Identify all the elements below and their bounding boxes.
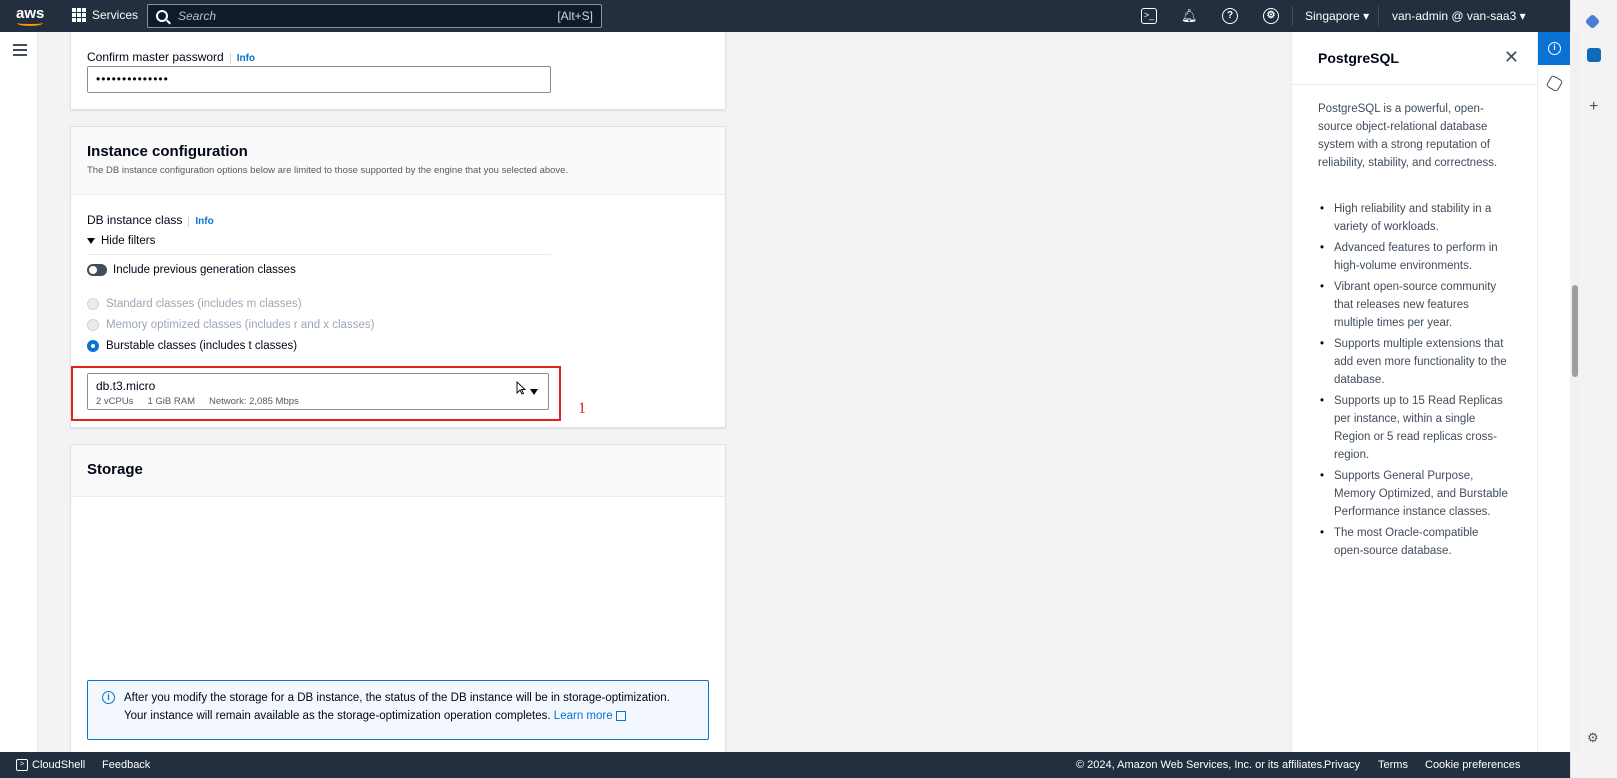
radio-burstable-classes[interactable]: Burstable classes (includes t classes) [87, 340, 297, 352]
scrollbar[interactable] [1570, 32, 1580, 752]
top-navigation: aws Services Search [Alt+S] >_ 🔔︎ ? ⚙ Si… [0, 0, 1570, 32]
chevron-down-icon: ▾ [1519, 9, 1526, 23]
storage-title: Storage [87, 461, 143, 478]
plus-icon[interactable]: + [1589, 98, 1598, 116]
copyright-text: © 2024, Amazon Web Services, Inc. or its… [1076, 759, 1326, 771]
services-menu-button[interactable]: Services [72, 8, 138, 22]
outlook-icon[interactable] [1587, 48, 1601, 62]
info-link[interactable]: Info [188, 216, 214, 227]
list-item: High reliability and stability in a vari… [1318, 200, 1510, 236]
feedback-link[interactable]: Feedback [102, 759, 150, 771]
close-icon[interactable]: ✕ [1504, 48, 1519, 66]
info-icon: i [1548, 42, 1561, 55]
radio-button[interactable] [87, 319, 99, 331]
chevron-down-icon: ▾ [1363, 9, 1370, 23]
info-icon: i [102, 691, 115, 704]
left-rail [0, 32, 38, 752]
aws-logo[interactable]: aws [16, 5, 50, 27]
radio-label: Memory optimized classes (includes r and… [106, 319, 375, 331]
caret-down-icon [87, 238, 95, 244]
search-input[interactable]: Search [Alt+S] [147, 4, 602, 28]
search-placeholder: Search [178, 9, 217, 23]
radio-label: Burstable classes (includes t classes) [106, 340, 298, 352]
search-icon [156, 10, 168, 22]
instance-configuration-title: Instance configuration [87, 143, 248, 160]
list-item: Supports multiple extensions that add ev… [1318, 335, 1510, 389]
annotation-number: 1 [578, 400, 586, 417]
radio-standard-classes[interactable]: Standard classes (includes m classes) [87, 298, 302, 310]
region-selector[interactable]: Singapore ▾ [1305, 9, 1369, 23]
instance-configuration-description: The DB instance configuration options be… [87, 165, 569, 176]
list-item: Vibrant open-source community that relea… [1318, 278, 1510, 332]
alert-text-line1: After you modify the storage for a DB in… [124, 692, 670, 704]
previous-generation-toggle[interactable]: Include previous generation classes [87, 264, 296, 276]
tag-icon[interactable] [1584, 13, 1601, 30]
region-label: Singapore [1305, 9, 1360, 23]
db-instance-class-label: DB instance class [87, 213, 183, 227]
gear-icon[interactable]: ⚙ [1263, 8, 1279, 24]
confirm-password-field[interactable]: •••••••••••••• [87, 66, 551, 93]
radio-button[interactable] [87, 340, 99, 352]
learn-more-label: Learn more [553, 710, 613, 722]
hide-filters-label: Hide filters [101, 235, 156, 247]
list-item: The most Oracle-compatible open-source d… [1318, 524, 1510, 560]
cloudshell-icon: > [16, 759, 28, 772]
storage-info-alert: i After you modify the storage for a DB … [87, 680, 709, 740]
hexagon-icon[interactable] [1545, 74, 1564, 93]
list-item: Supports General Purpose, Memory Optimiz… [1318, 467, 1510, 521]
privacy-link[interactable]: Privacy [1324, 759, 1360, 771]
storage-card: Storage i After you modify the storage f… [70, 444, 726, 752]
learn-more-link[interactable]: Learn more [554, 710, 626, 722]
radio-button[interactable] [87, 298, 99, 310]
gear-icon[interactable]: ⚙ [1587, 730, 1599, 746]
radio-memory-optimized-classes[interactable]: Memory optimized classes (includes r and… [87, 319, 374, 331]
help-panel: PostgreSQL ✕ PostgreSQL is a powerful, o… [1291, 32, 1538, 752]
external-link-icon [615, 710, 626, 721]
cookie-preferences-link[interactable]: Cookie preferences [1425, 759, 1520, 771]
cloudshell-button[interactable]: > CloudShell [16, 759, 86, 772]
cloudshell-icon[interactable]: >_ [1141, 8, 1157, 24]
grid-icon [72, 8, 86, 22]
search-shortcut: [Alt+S] [557, 9, 593, 23]
help-panel-bullets: High reliability and stability in a vari… [1318, 200, 1510, 563]
hide-filters-toggle[interactable]: Hide filters [87, 235, 551, 255]
list-item: Supports up to 15 Read Replicas per inst… [1318, 392, 1510, 464]
confirm-password-label: Confirm master password [87, 50, 224, 64]
previous-generation-label: Include previous generation classes [113, 264, 296, 276]
footer: > CloudShell Feedback © 2024, Amazon Web … [0, 752, 1570, 778]
annotation-highlight-box [71, 366, 561, 421]
terms-link[interactable]: Terms [1378, 759, 1408, 771]
list-item: Advanced features to perform in high-vol… [1318, 239, 1510, 275]
account-label: van-admin @ van-saa3 [1392, 9, 1517, 23]
help-panel-intro: PostgreSQL is a powerful, open-source ob… [1318, 103, 1498, 169]
cloudshell-label: CloudShell [32, 759, 86, 771]
credentials-card: Confirm master password Info ••••••••••••… [70, 32, 726, 110]
menu-icon[interactable] [13, 44, 27, 56]
bell-icon[interactable]: 🔔︎ [1181, 8, 1198, 24]
help-icon[interactable]: ? [1222, 8, 1238, 24]
radio-label: Standard classes (includes m classes) [106, 298, 302, 310]
account-menu[interactable]: van-admin @ van-saa3 ▾ [1392, 9, 1526, 23]
info-panel-button[interactable]: i [1538, 32, 1571, 65]
scrollbar-thumb[interactable] [1572, 285, 1578, 377]
help-panel-title: PostgreSQL [1318, 50, 1399, 66]
info-link[interactable]: Info [229, 53, 256, 64]
alert-text-line2: Your instance will remain available as t… [124, 710, 551, 722]
services-label: Services [92, 8, 139, 22]
right-rail: i [1537, 32, 1571, 752]
toggle-switch[interactable] [87, 264, 107, 276]
